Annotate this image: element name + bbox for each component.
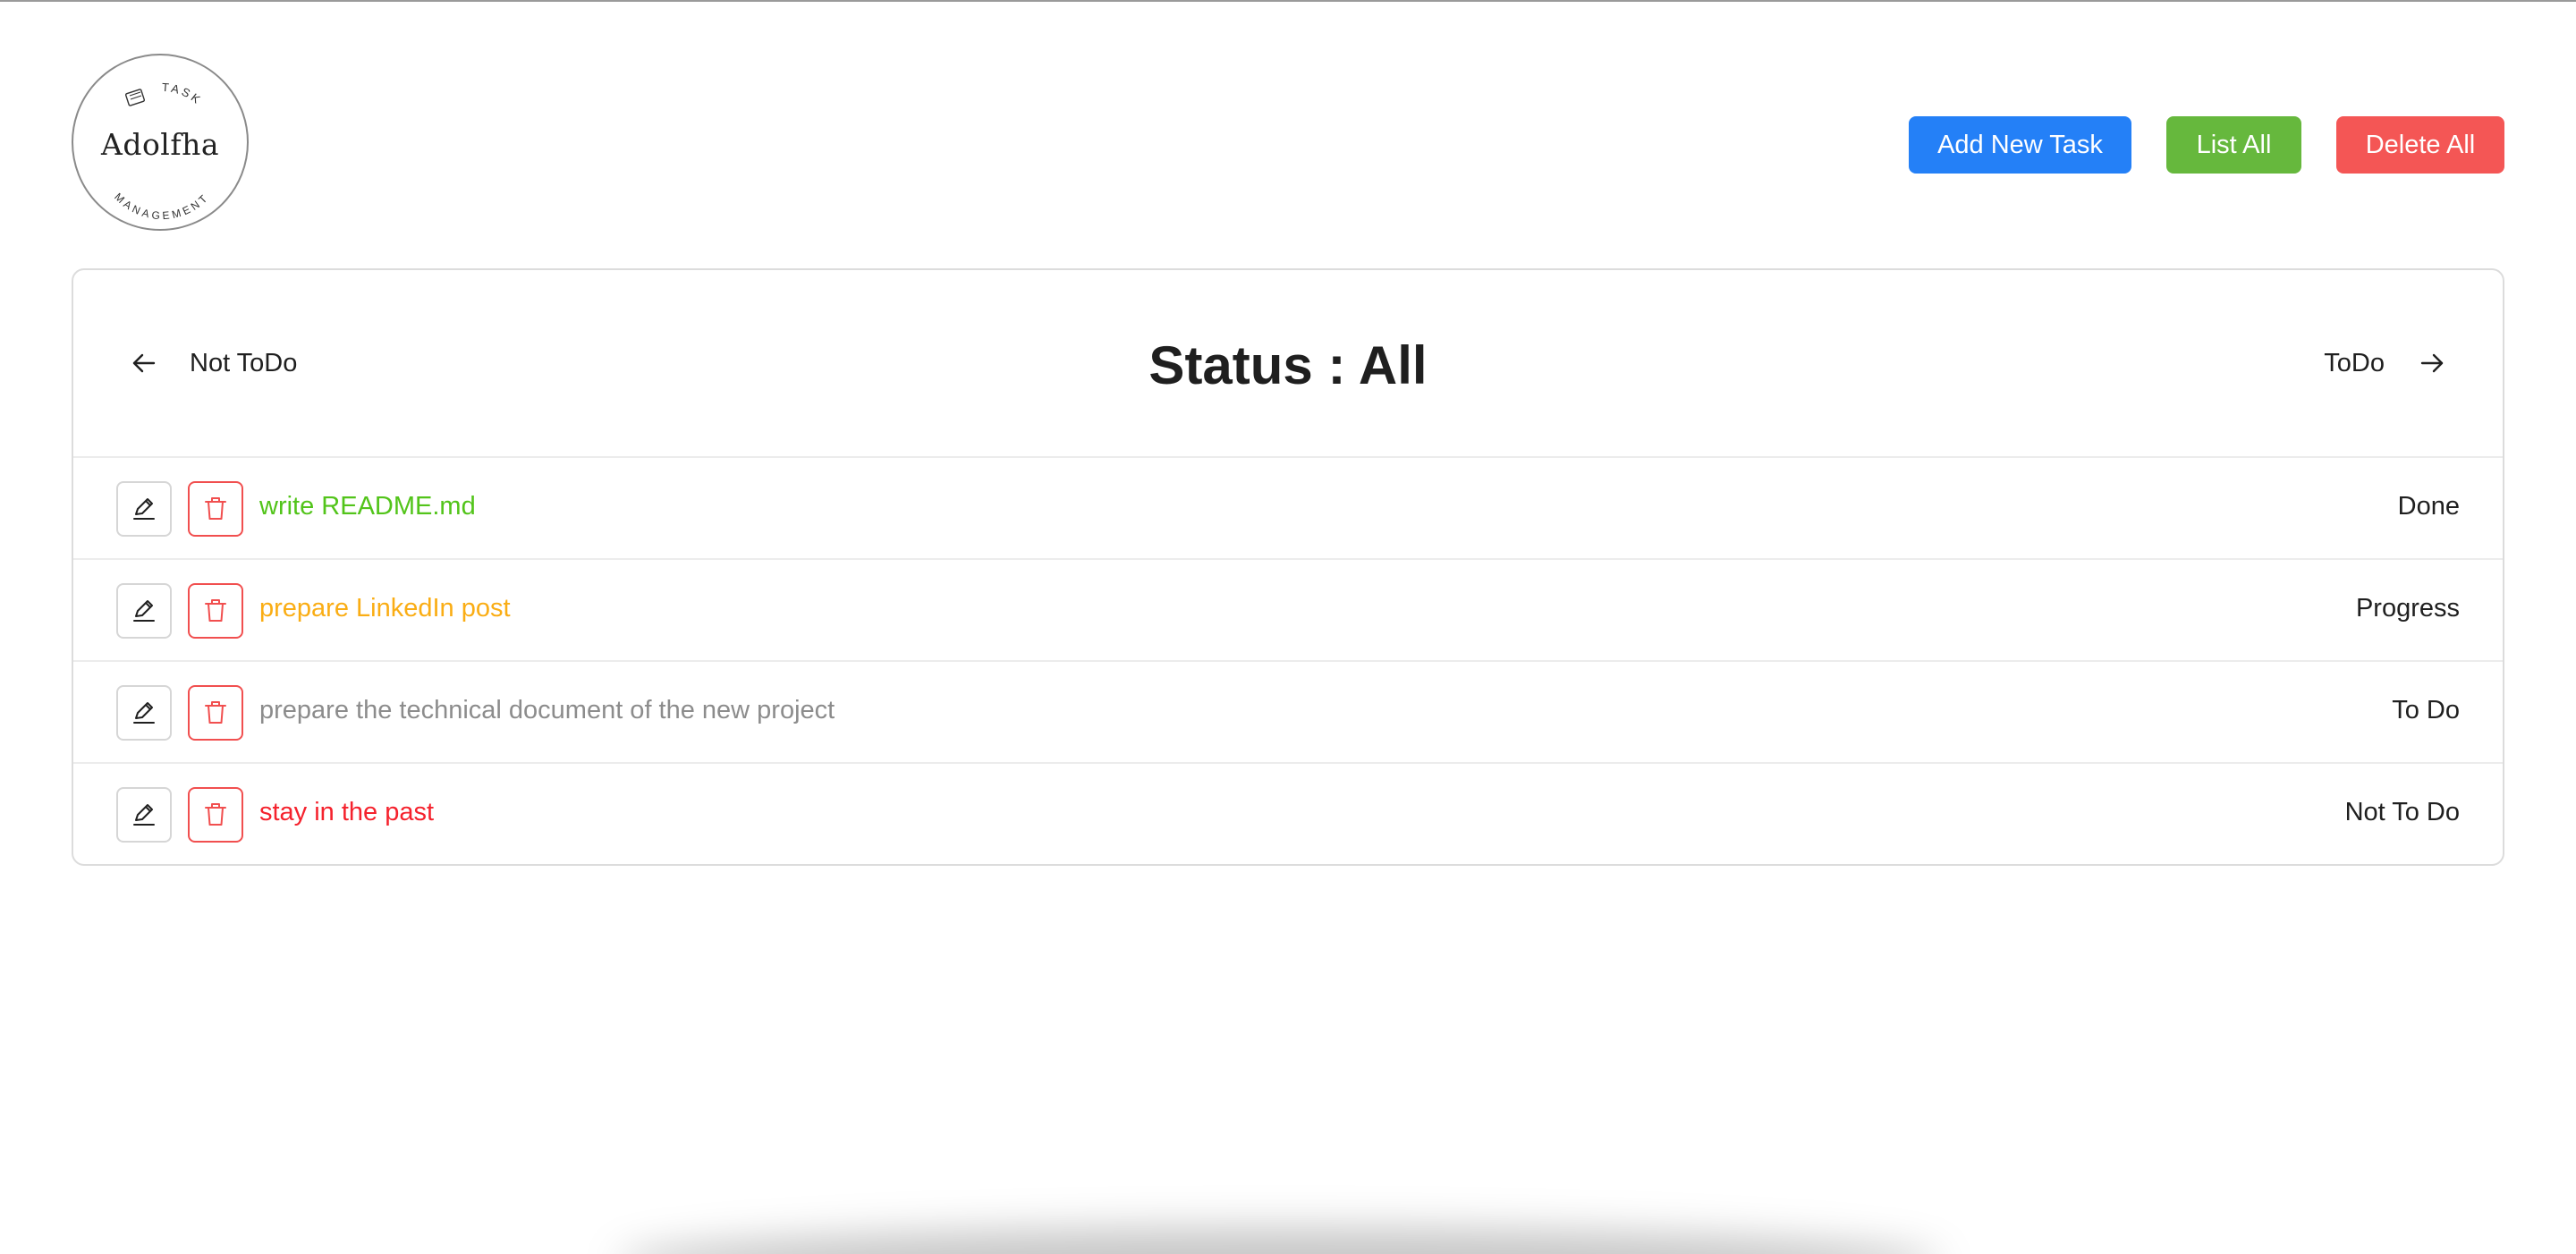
task-row: prepare the technical document of the ne… [73,662,2503,764]
task-name[interactable]: write README.md [259,492,476,521]
add-new-task-button[interactable]: Add New Task [1909,116,2131,174]
task-row: prepare LinkedIn post Progress [73,560,2503,662]
window-shadow [617,1227,1941,1254]
task-status: To Do [2392,696,2460,724]
app-page: TASK MANAGEMENT Adolfha Add New Task Lis… [0,0,2576,1254]
trash-icon [205,701,226,724]
next-status-nav[interactable]: ToDo [2324,345,2445,381]
delete-button[interactable] [188,787,243,843]
edit-button[interactable] [116,481,172,537]
delete-button[interactable] [188,481,243,537]
logo-top-text: TASK [161,80,202,107]
edit-button[interactable] [116,787,172,843]
task-name[interactable]: prepare LinkedIn post [259,594,511,623]
pencil-icon [133,702,155,724]
task-status: Not To Do [2344,798,2460,826]
notepad-icon [124,89,146,106]
svg-text:TASK: TASK [161,80,205,107]
task-status: Progress [2355,594,2460,623]
task-name[interactable]: prepare the technical document of the ne… [259,696,835,725]
task-name[interactable]: stay in the past [259,798,434,827]
card-header: Not ToDo Status : All ToDo [73,270,2503,458]
arrow-right-icon[interactable] [2419,350,2445,377]
delete-button[interactable] [188,685,243,741]
pencil-icon [133,498,155,520]
edit-button[interactable] [116,583,172,639]
logo-name: Adolfha [100,127,220,162]
status-title: Status : All [1148,335,1428,395]
trash-icon [205,497,226,520]
trash-icon [205,803,226,826]
delete-all-button[interactable]: Delete All [2336,116,2504,174]
next-status-label[interactable]: ToDo [2324,349,2385,378]
delete-button[interactable] [188,583,243,639]
task-row: stay in the past Not To Do [73,764,2503,864]
pencil-icon [133,804,155,826]
task-status: Done [2397,492,2460,521]
logo-bottom-text: MANAGEMENT [112,191,208,222]
task-row: write README.md Done [73,458,2503,560]
svg-text:MANAGEMENT: MANAGEMENT [112,191,212,222]
edit-button[interactable] [116,685,172,741]
task-list: write README.md Done prepare LinkedIn po… [73,458,2503,864]
task-card: Not ToDo Status : All ToDo write README.… [72,268,2504,866]
logo: TASK MANAGEMENT Adolfha [72,54,249,231]
trash-icon [205,599,226,622]
pencil-icon [133,600,155,622]
list-all-button[interactable]: List All [2166,116,2301,174]
